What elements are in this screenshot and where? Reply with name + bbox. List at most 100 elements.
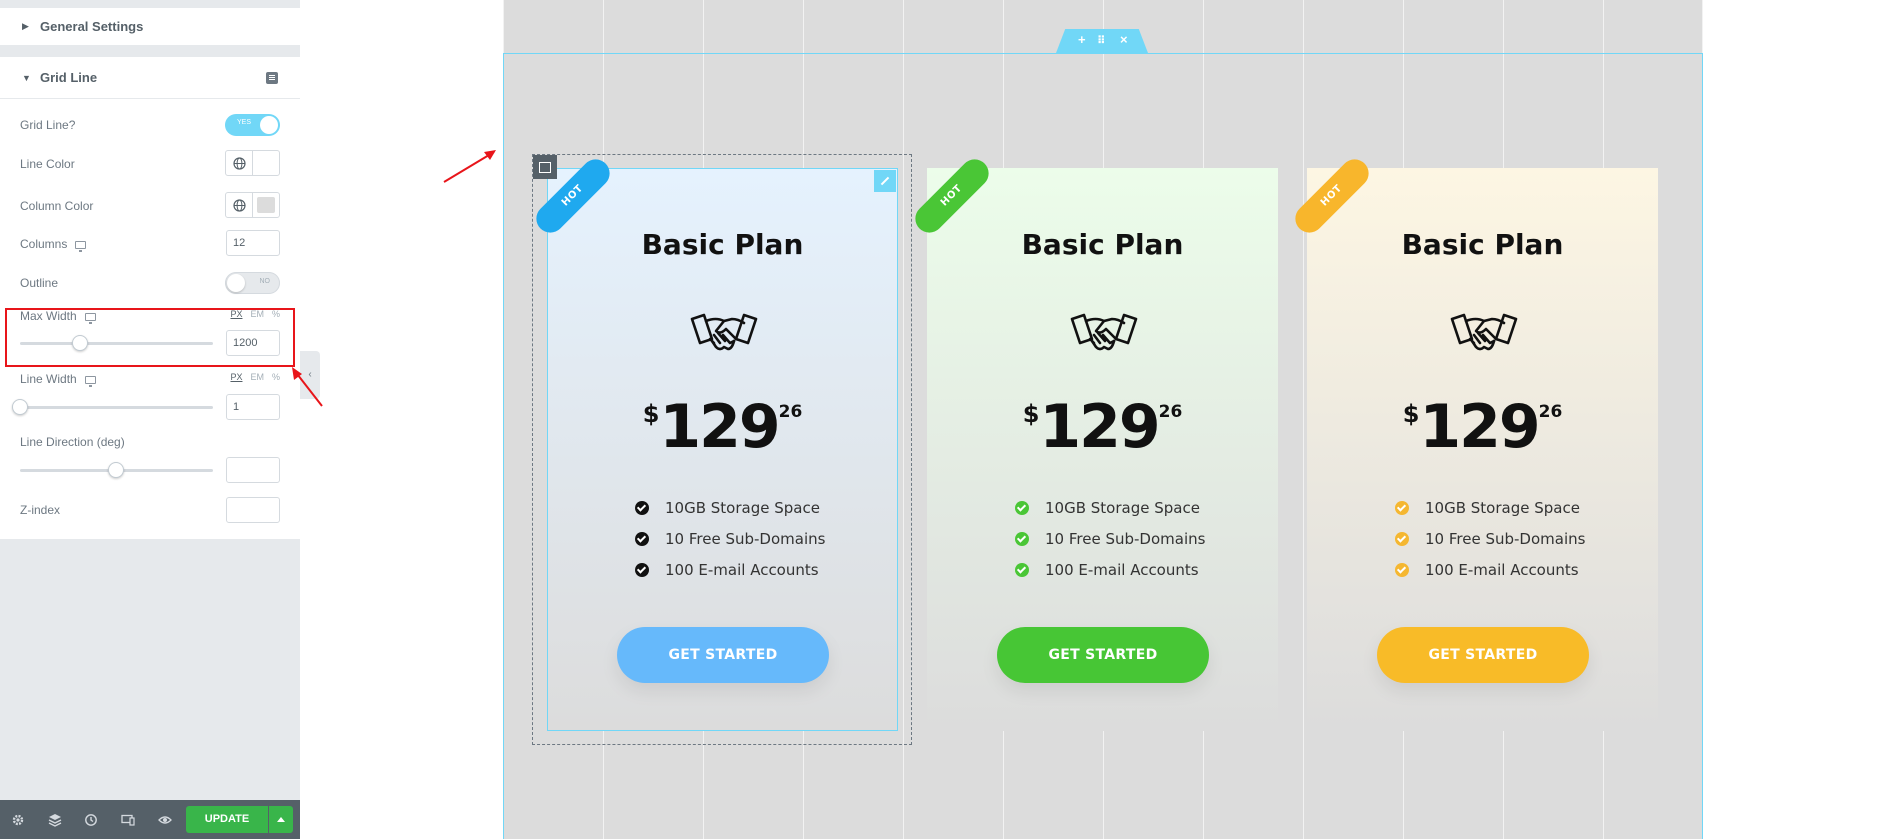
section-grid-line[interactable]: ▼ Grid Line bbox=[0, 57, 300, 99]
outline-toggle[interactable]: NO bbox=[225, 272, 280, 294]
feature-item: 100 E-mail Accounts bbox=[1395, 560, 1579, 580]
columns-input[interactable]: 12 bbox=[226, 230, 280, 256]
control-columns: Columns 12 bbox=[20, 230, 280, 263]
desktop-icon[interactable] bbox=[84, 375, 96, 387]
feature-text: 10 Free Sub-Domains bbox=[1425, 530, 1586, 548]
unit-em[interactable]: EM bbox=[250, 372, 264, 382]
price-currency: $ bbox=[1402, 400, 1420, 428]
check-circle-icon bbox=[1015, 563, 1029, 577]
column-handle-icon[interactable] bbox=[533, 155, 557, 179]
get-started-button[interactable]: GET STARTED bbox=[997, 627, 1209, 683]
close-section-icon[interactable]: × bbox=[1120, 32, 1128, 47]
feature-item: 10GB Storage Space bbox=[1395, 498, 1580, 518]
control-label: Outline bbox=[20, 276, 59, 290]
price: $12926 bbox=[1307, 392, 1658, 462]
history-icon[interactable] bbox=[84, 813, 98, 827]
slider-handle[interactable] bbox=[108, 462, 124, 478]
price-amount: 129 bbox=[1419, 392, 1540, 462]
price-amount: 129 bbox=[1039, 392, 1160, 462]
control-outline: Outline NO bbox=[20, 272, 280, 298]
caret-right-icon: ▶ bbox=[22, 21, 29, 31]
price-cents: 26 bbox=[1538, 402, 1563, 422]
get-started-button[interactable]: GET STARTED bbox=[1377, 627, 1589, 683]
add-section-icon[interactable]: + bbox=[1078, 32, 1086, 47]
feature-text: 10 Free Sub-Domains bbox=[1045, 530, 1206, 548]
column-color-picker[interactable] bbox=[225, 192, 280, 218]
control-line-color: Line Color bbox=[20, 150, 280, 179]
line-color-picker[interactable] bbox=[225, 150, 280, 176]
section-title: General Settings bbox=[40, 19, 144, 34]
desktop-icon[interactable] bbox=[75, 240, 87, 252]
control-label: Line Color bbox=[20, 157, 75, 171]
panel-footer: UPDATE bbox=[0, 800, 300, 839]
globe-icon[interactable] bbox=[226, 151, 253, 175]
feature-item: 10 Free Sub-Domains bbox=[1015, 529, 1205, 549]
unit-px[interactable]: PX bbox=[230, 372, 242, 382]
control-column-color: Column Color bbox=[20, 192, 280, 221]
slider-handle[interactable] bbox=[12, 399, 28, 415]
feature-item: 10 Free Sub-Domains bbox=[1395, 529, 1585, 549]
section-handle[interactable]: + ⠿ × bbox=[1056, 29, 1148, 53]
feature-text: 10GB Storage Space bbox=[1045, 499, 1200, 517]
preview-eye-icon[interactable] bbox=[158, 813, 172, 827]
annotation-arrow-icon bbox=[292, 367, 323, 407]
plan-title: Basic Plan bbox=[1021, 228, 1184, 261]
check-circle-icon bbox=[1015, 532, 1029, 546]
widget-selection-outline bbox=[547, 168, 898, 731]
control-label: Column Color bbox=[20, 199, 94, 213]
drag-handle-icon[interactable]: ⠿ bbox=[1097, 34, 1106, 47]
check-circle-icon bbox=[1395, 563, 1409, 577]
check-circle-icon bbox=[1015, 501, 1029, 515]
toggle-knob bbox=[260, 116, 278, 134]
update-options-caret-icon[interactable] bbox=[269, 806, 293, 833]
responsive-mode-icon[interactable] bbox=[121, 813, 135, 827]
control-label: Line Width bbox=[20, 372, 96, 387]
toggle-knob bbox=[227, 274, 245, 292]
control-z-index: Z-index bbox=[20, 497, 280, 529]
update-button[interactable]: UPDATE bbox=[186, 806, 268, 833]
color-swatch[interactable] bbox=[257, 155, 275, 171]
price: $12926 bbox=[927, 392, 1278, 462]
editor-panel: ▶ General Settings ▼ Grid Line Grid Line… bbox=[0, 0, 300, 839]
toggle-text: YES bbox=[237, 119, 252, 126]
feature-text: 100 E-mail Accounts bbox=[1425, 561, 1579, 579]
feature-item: 10GB Storage Space bbox=[1015, 498, 1200, 518]
edit-widget-pencil-icon[interactable] bbox=[874, 170, 896, 192]
max-width-highlight-box bbox=[5, 308, 295, 367]
pricing-card: Basic Plan $12926 10GB Storage Space 10 … bbox=[927, 168, 1278, 731]
layers-icon[interactable] bbox=[48, 813, 62, 827]
line-width-slider[interactable] bbox=[12, 399, 213, 415]
control-grid-line: Grid Line? YES bbox=[20, 114, 280, 140]
price-cents: 26 bbox=[1158, 402, 1183, 422]
grid-line-toggle[interactable]: YES bbox=[225, 114, 280, 136]
control-line-direction: Line Direction (deg) bbox=[20, 435, 280, 485]
control-label: Z-index bbox=[20, 503, 61, 517]
feature-text: 100 E-mail Accounts bbox=[1045, 561, 1199, 579]
control-line-width: Line Width PX EM% 1 bbox=[12, 372, 280, 422]
line-direction-input[interactable] bbox=[226, 457, 280, 483]
columns-label: Columns bbox=[20, 237, 68, 251]
z-index-input[interactable] bbox=[226, 497, 280, 523]
control-label: Columns bbox=[20, 237, 87, 252]
line-width-label: Line Width bbox=[20, 372, 77, 386]
check-circle-icon bbox=[1395, 501, 1409, 515]
notes-icon[interactable] bbox=[266, 72, 278, 84]
settings-gear-icon[interactable] bbox=[11, 813, 25, 827]
line-direction-slider[interactable] bbox=[20, 462, 213, 478]
handshake-icon bbox=[1070, 313, 1138, 351]
feature-item: 100 E-mail Accounts bbox=[1015, 560, 1199, 580]
color-swatch[interactable] bbox=[257, 197, 275, 213]
unit-percent[interactable]: % bbox=[272, 372, 280, 382]
pricing-card: Basic Plan $12926 10GB Storage Space 10 … bbox=[1307, 168, 1658, 731]
control-label: Line Direction (deg) bbox=[20, 435, 125, 449]
line-width-input[interactable]: 1 bbox=[226, 394, 280, 420]
plan-title: Basic Plan bbox=[1401, 228, 1564, 261]
caret-down-icon: ▼ bbox=[22, 72, 31, 83]
unit-switcher: PX EM% bbox=[222, 372, 280, 382]
check-circle-icon bbox=[1395, 532, 1409, 546]
handshake-icon bbox=[1450, 313, 1518, 351]
price-currency: $ bbox=[1022, 400, 1040, 428]
control-label: Grid Line? bbox=[20, 118, 76, 132]
section-general-settings[interactable]: ▶ General Settings bbox=[0, 8, 300, 46]
globe-icon[interactable] bbox=[226, 193, 253, 217]
